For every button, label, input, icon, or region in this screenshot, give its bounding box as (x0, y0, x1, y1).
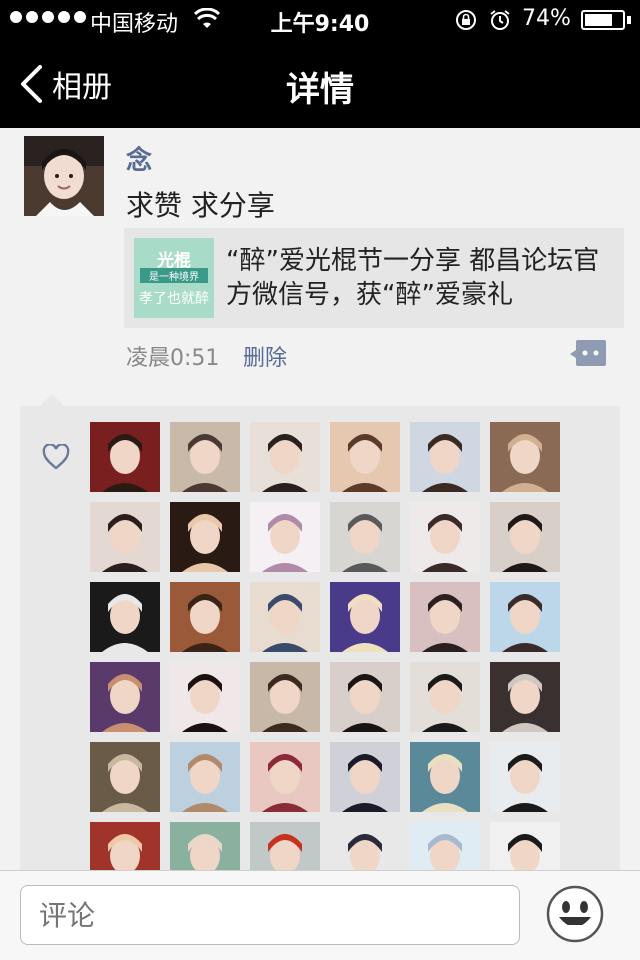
liker-avatar[interactable] (330, 502, 400, 572)
status-bar: 中国移动 上午9:40 74% (0, 0, 640, 40)
likes-caret (40, 394, 64, 406)
liker-avatar[interactable] (330, 582, 400, 652)
chevron-left-icon (21, 65, 42, 103)
smiley-icon[interactable] (546, 885, 604, 943)
battery-percent: 74% (522, 6, 571, 31)
author-name[interactable]: 念 (126, 140, 152, 177)
shared-link-card[interactable]: 光棍 是一种境界 孝了也就醉 “醉”爱光棍节一分享 都昌论坛官方微信号，获“醉”… (124, 228, 624, 328)
liker-avatar[interactable] (90, 502, 160, 572)
post-timestamp: 凌晨0:51 (126, 346, 220, 371)
battery-cap (627, 16, 631, 24)
author-avatar[interactable] (24, 136, 104, 216)
comment-bubble-icon[interactable] (570, 338, 606, 368)
thumb-sub: 是一种境界 (140, 268, 208, 283)
liker-avatar[interactable] (410, 422, 480, 492)
liker-avatar[interactable] (90, 742, 160, 812)
liker-avatar[interactable] (170, 662, 240, 732)
comment-input[interactable] (20, 885, 520, 945)
liker-avatar[interactable] (490, 422, 560, 492)
liker-avatar[interactable] (410, 742, 480, 812)
liker-avatar[interactable] (410, 502, 480, 572)
liker-avatar[interactable] (490, 662, 560, 732)
liker-avatar[interactable] (90, 422, 160, 492)
liker-avatar[interactable] (490, 582, 560, 652)
comment-bar (0, 870, 640, 960)
liker-avatar[interactable] (330, 742, 400, 812)
liker-avatar[interactable] (250, 742, 320, 812)
link-thumbnail: 光棍 是一种境界 孝了也就醉 (134, 238, 214, 318)
liker-avatar[interactable] (490, 742, 560, 812)
alarm-icon (490, 10, 510, 30)
liker-avatar[interactable] (250, 502, 320, 572)
likes-panel (20, 394, 620, 892)
back-label: 相册 (52, 70, 112, 105)
rotation-lock-icon (456, 10, 476, 30)
liker-avatar[interactable] (250, 422, 320, 492)
liker-avatar[interactable] (330, 662, 400, 732)
thumb-line: 孝了也就醉 (139, 291, 209, 307)
liker-avatar[interactable] (90, 582, 160, 652)
post-text: 求赞 求分享 (126, 189, 275, 222)
liker-avatar[interactable] (410, 582, 480, 652)
liker-avatar[interactable] (490, 502, 560, 572)
liker-avatar[interactable] (410, 662, 480, 732)
heart-icon (42, 444, 70, 470)
liker-avatar[interactable] (90, 662, 160, 732)
liker-avatar[interactable] (170, 582, 240, 652)
liker-avatar[interactable] (170, 742, 240, 812)
battery-icon (581, 10, 625, 30)
liker-avatar[interactable] (330, 422, 400, 492)
navigation-bar: 相册 详情 (0, 40, 640, 128)
moment-post: 念 求赞 求分享 光棍 是一种境界 孝了也就醉 “醉”爱光棍节一分享 都昌论坛官… (0, 128, 640, 892)
liker-avatar[interactable] (250, 582, 320, 652)
liker-avatar[interactable] (170, 502, 240, 572)
back-button[interactable]: 相册 (18, 62, 112, 106)
liker-avatar[interactable] (250, 662, 320, 732)
link-title: “醉”爱光棍节一分享 都昌论坛官方微信号，获“醉”爱豪礼 (226, 246, 600, 310)
liker-avatar[interactable] (170, 422, 240, 492)
delete-link[interactable]: 删除 (243, 340, 287, 372)
